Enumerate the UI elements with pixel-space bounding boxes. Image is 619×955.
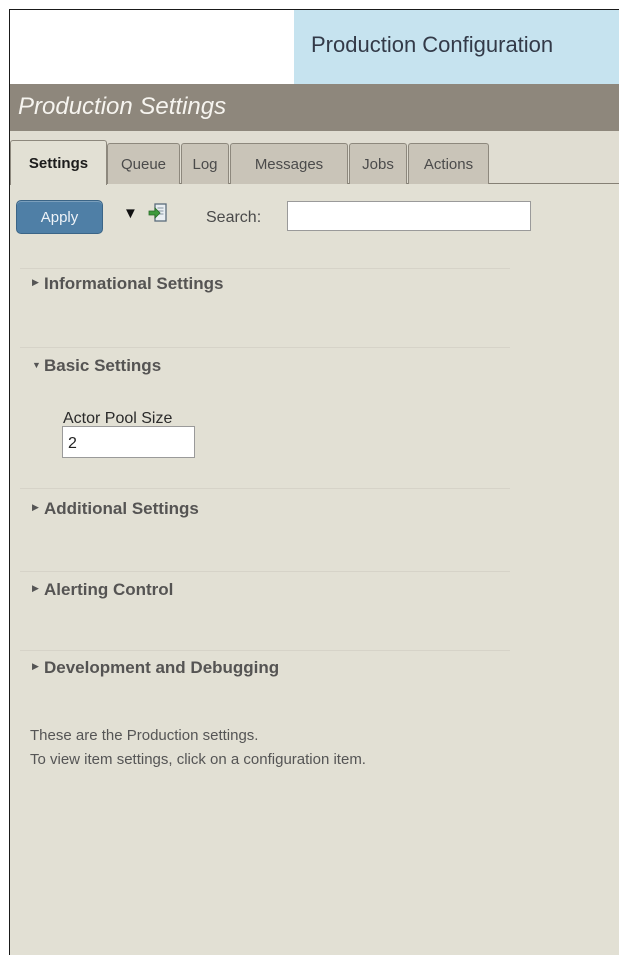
triangle-right-icon: ▶: [32, 583, 39, 594]
section-label: Basic Settings: [44, 356, 162, 375]
section-informational-settings[interactable]: ▶ Informational Settings: [32, 274, 223, 294]
section-additional-settings[interactable]: ▶ Additional Settings: [32, 499, 199, 519]
tab-strip: Settings Queue Log Messages Jobs Actions: [10, 131, 619, 185]
search-input[interactable]: [287, 201, 531, 231]
tab-settings[interactable]: Settings: [10, 140, 107, 185]
section-divider: [20, 488, 510, 489]
tab-queue[interactable]: Queue: [107, 143, 180, 184]
section-basic-settings[interactable]: ▼ Basic Settings: [32, 356, 161, 376]
triangle-right-icon: ▶: [32, 502, 39, 513]
header-title: Production Configuration: [311, 32, 554, 57]
panel-title: Production Settings: [18, 93, 227, 120]
tab-jobs[interactable]: Jobs: [349, 143, 407, 184]
section-development-and-debugging[interactable]: ▶ Development and Debugging: [32, 658, 279, 678]
search-label: Search:: [206, 209, 262, 226]
header-title-box: Production Configuration: [294, 10, 619, 84]
export-icon[interactable]: [148, 203, 168, 223]
section-alerting-control[interactable]: ▶ Alerting Control: [32, 580, 173, 600]
section-label: Informational Settings: [44, 274, 224, 293]
tab-actions[interactable]: Actions: [408, 143, 489, 184]
actor-pool-size-input[interactable]: [62, 426, 195, 458]
triangle-down-icon: ▼: [32, 359, 41, 370]
section-label: Alerting Control: [44, 580, 174, 599]
info-text-line-2: To view item settings, click on a config…: [30, 751, 366, 768]
tab-messages[interactable]: Messages: [230, 143, 348, 184]
top-header: Production Configuration: [10, 10, 619, 84]
triangle-right-icon: ▶: [32, 277, 39, 288]
section-divider: [20, 650, 510, 651]
section-label: Additional Settings: [44, 499, 199, 518]
tab-log[interactable]: Log: [181, 143, 229, 184]
section-label: Development and Debugging: [44, 658, 280, 677]
info-text-line-1: These are the Production settings.: [30, 727, 259, 744]
triangle-right-icon: ▶: [32, 661, 39, 672]
section-divider: [20, 347, 510, 348]
section-divider: [20, 268, 510, 269]
panel-title-bar: Production Settings: [10, 84, 619, 131]
settings-frame: Production Configuration Production Sett…: [9, 9, 619, 955]
section-divider: [20, 571, 510, 572]
apply-button[interactable]: Apply: [16, 200, 103, 234]
triangle-down-icon[interactable]: ▼: [123, 205, 138, 223]
